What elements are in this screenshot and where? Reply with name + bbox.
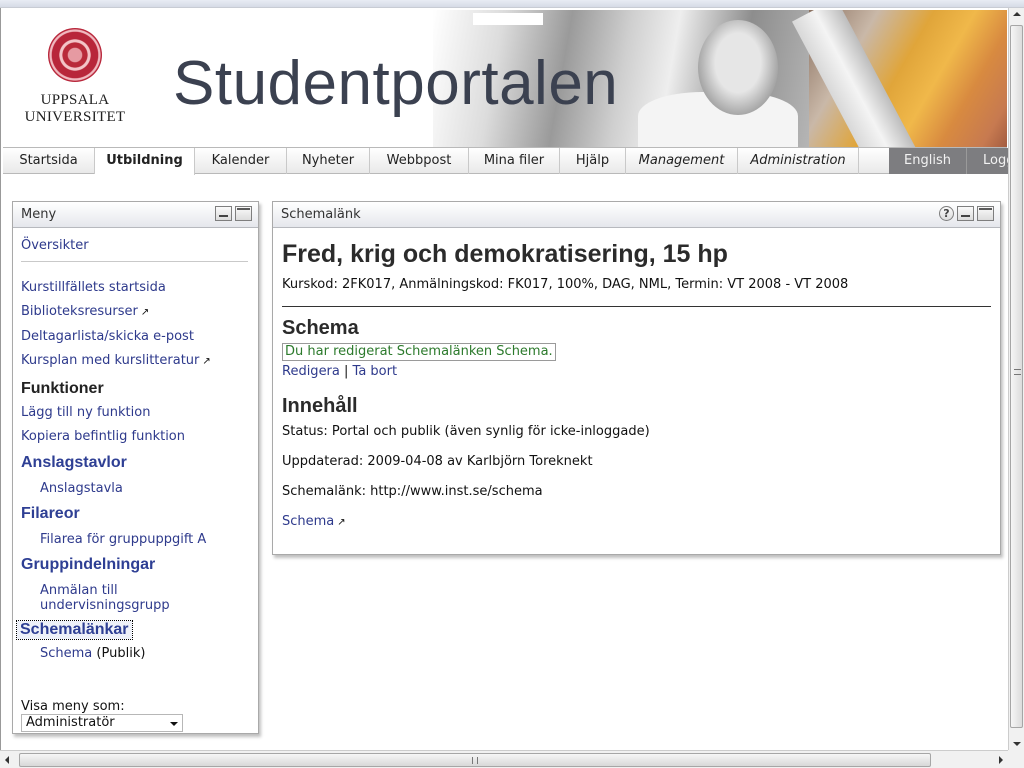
scroll-up-icon[interactable] <box>1013 12 1021 16</box>
menu-link-anmalan[interactable]: Anmälan till undervisningsgrupp <box>21 583 250 613</box>
chevron-down-icon <box>170 722 178 726</box>
header-photo-book <box>792 10 1007 147</box>
view-as-select[interactable]: Administratör <box>21 714 183 732</box>
menu-divider <box>21 261 248 262</box>
page: UPPSALA UNIVERSITET Studentportalen Star… <box>0 8 1008 750</box>
content-body: Fred, krig och demokratisering, 15 hp Ku… <box>273 228 1000 539</box>
nav-startsida[interactable]: Startsida <box>3 148 95 174</box>
scrollbar-corner <box>1008 750 1024 768</box>
schema-url-text: Schemalänk: http://www.inst.se/schema <box>282 484 543 499</box>
content-heading: Innehåll <box>282 395 358 417</box>
menu-heading-gruppindelningar[interactable]: Gruppindelningar <box>21 556 250 574</box>
content-panel-title: Schemalänk <box>281 207 361 222</box>
nav-kalender[interactable]: Kalender <box>195 148 287 174</box>
action-links: Redigera | Ta bort <box>282 364 991 379</box>
menu-heading-anslagstavlor[interactable]: Anslagstavlor <box>21 454 250 472</box>
nav-administration[interactable]: Administration <box>738 148 859 174</box>
status-text: Status: Portal och publik (även synlig f… <box>282 424 650 439</box>
external-link-icon: ↗ <box>202 356 211 367</box>
scroll-right-icon[interactable] <box>999 756 1003 764</box>
main-nav: Startsida Utbildning Kalender Nyheter We… <box>3 147 1008 175</box>
vertical-scrollbar[interactable] <box>1008 8 1024 750</box>
help-icon[interactable]: ? <box>939 206 954 221</box>
menu-panel-title: Meny <box>21 207 57 222</box>
horizontal-scroll-thumb[interactable] <box>19 753 931 767</box>
browser-viewport: UPPSALA UNIVERSITET Studentportalen Star… <box>0 0 1024 768</box>
site-title: Studentportalen <box>173 49 619 118</box>
menu-link-add-function[interactable]: Lägg till ny funktion <box>21 401 250 425</box>
menu-heading-schemalankar[interactable]: Schemalänkar <box>16 620 133 640</box>
minimize-icon[interactable] <box>957 206 974 221</box>
vertical-scroll-thumb[interactable] <box>1010 25 1023 728</box>
content-panel-header: Schemalänk ? <box>273 202 1000 228</box>
nav-hjalp[interactable]: Hjälp <box>560 148 626 174</box>
nav-mina-filer[interactable]: Mina filer <box>469 148 560 174</box>
maximize-icon[interactable] <box>235 206 252 221</box>
menu-link-anslagstavla[interactable]: Anslagstavla <box>21 481 250 496</box>
menu-link-kursplan[interactable]: Kursplan med kurslitteratur ↗ <box>21 349 250 374</box>
course-title: Fred, krig och demokratisering, 15 hp <box>282 240 728 268</box>
menu-link-kurstillfallets-startsida[interactable]: Kurstillfällets startsida <box>21 276 250 300</box>
external-link-icon: ↗ <box>337 517 346 528</box>
nav-utbildning[interactable]: Utbildning <box>95 148 195 175</box>
menu-panel: Meny Översikter Kurstillfällets startsid… <box>12 201 259 734</box>
menu-link-copy-function[interactable]: Kopiera befintlig funktion <box>21 425 250 449</box>
schema-heading: Schema <box>282 317 359 339</box>
university-name: UPPSALA UNIVERSITET <box>24 92 126 125</box>
menu-link-deltagarlista[interactable]: Deltagarlista/skicka e-post <box>21 325 250 349</box>
menu-link-schema[interactable]: Schema <box>40 646 92 661</box>
view-as-label: Visa meny som: <box>21 699 125 714</box>
nav-webbpost[interactable]: Webbpost <box>370 148 469 174</box>
university-logo[interactable]: UPPSALA UNIVERSITET <box>23 28 127 126</box>
nav-management[interactable]: Management <box>626 148 738 174</box>
site-header: UPPSALA UNIVERSITET Studentportalen <box>3 10 1007 147</box>
browser-top-strip <box>0 0 1024 8</box>
menu-link-oversikter[interactable]: Översikter <box>21 238 250 253</box>
course-info: Kurskod: 2FK017, Anmälningskod: FK017, 1… <box>282 277 849 292</box>
menu-link-filarea[interactable]: Filarea för gruppuppgift A <box>21 532 250 547</box>
horizontal-scrollbar[interactable] <box>0 750 1008 768</box>
menu-item-schema: Schema (Publik) <box>21 646 250 661</box>
edit-link[interactable]: Redigera <box>282 364 340 379</box>
menu-link-biblioteksresurser[interactable]: Biblioteksresurser ↗ <box>21 300 250 325</box>
language-toggle-button[interactable]: English <box>889 148 967 174</box>
university-seal-icon <box>48 28 102 82</box>
menu-body: Översikter Kurstillfällets startsida Bib… <box>13 228 258 661</box>
visibility-label: (Publik) <box>96 646 146 661</box>
schema-external-link[interactable]: Schema <box>282 514 334 529</box>
link-separator: | <box>344 364 349 379</box>
updated-text: Uppdaterad: 2009-04-08 av Karlbjörn Tore… <box>282 454 593 469</box>
logout-button[interactable]: Logga ut <box>967 148 1008 174</box>
maximize-icon[interactable] <box>977 206 994 221</box>
menu-heading-funktioner: Funktioner <box>21 380 104 397</box>
divider <box>282 306 991 307</box>
minimize-icon[interactable] <box>215 206 232 221</box>
scroll-left-icon[interactable] <box>5 756 9 764</box>
success-notice: Du har redigerat Schemalänken Schema. <box>282 343 556 361</box>
external-link-icon: ↗ <box>140 307 150 318</box>
menu-panel-header: Meny <box>13 202 258 228</box>
menu-heading-filareor[interactable]: Filareor <box>21 505 250 523</box>
schemalank-panel: Schemalänk ? Fred, krig och demokratiser… <box>272 201 1001 555</box>
scroll-down-icon[interactable] <box>1013 742 1021 746</box>
delete-link[interactable]: Ta bort <box>353 364 398 379</box>
nav-nyheter[interactable]: Nyheter <box>287 148 370 174</box>
